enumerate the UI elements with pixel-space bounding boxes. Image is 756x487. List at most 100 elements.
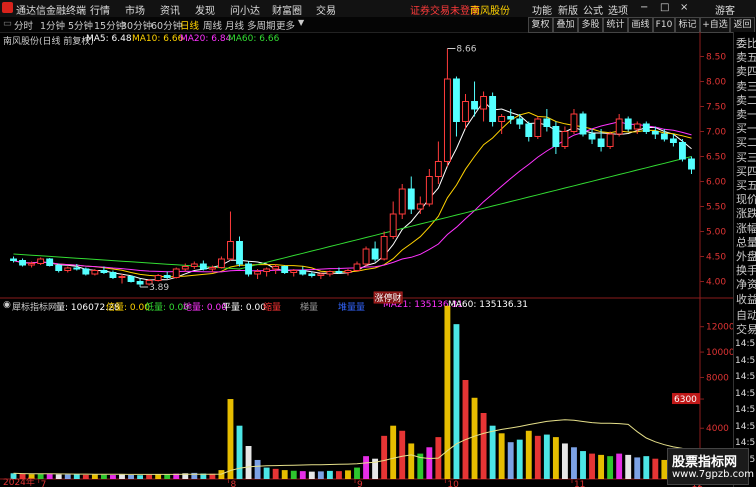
candle — [245, 261, 252, 277]
volume-bar — [55, 474, 62, 479]
menu-item-discover[interactable]: 发现 — [195, 2, 215, 17]
volume-bar — [480, 413, 487, 479]
draw-line-button[interactable]: 画线 — [628, 17, 653, 33]
tab-30min[interactable]: 30分钟 — [121, 18, 152, 32]
volume-bar — [652, 458, 659, 479]
candle — [217, 256, 225, 269]
mark-button[interactable]: 标记 — [675, 17, 700, 33]
candle-body — [353, 263, 361, 271]
tab-1min[interactable]: 1分钟 — [40, 18, 65, 32]
volume-marker-label: 6300 — [674, 395, 697, 405]
multi-stock-button[interactable]: 多股 — [578, 17, 603, 33]
volume-bar — [543, 434, 550, 479]
menu-item-exchange[interactable]: 市场 — [125, 2, 145, 17]
candle-body — [181, 266, 189, 270]
guest-label[interactable]: 游客 — [715, 2, 735, 17]
candle — [389, 201, 397, 239]
candle — [489, 92, 497, 127]
month-label: 9 — [357, 480, 363, 487]
menu-item-market[interactable]: 行情 — [90, 2, 110, 17]
tab-more[interactable]: 更多 — [276, 18, 295, 32]
tab-monthly[interactable]: 月线 — [225, 18, 244, 32]
menu-item-trade[interactable]: 交易 — [316, 2, 336, 17]
candle-body — [507, 116, 515, 120]
candle — [163, 271, 171, 279]
candle — [227, 211, 234, 261]
candle — [181, 263, 189, 272]
menu-item-options[interactable]: 选项 — [608, 2, 628, 17]
overlay-button[interactable]: 叠加 — [553, 17, 578, 33]
volume-bar — [281, 470, 288, 479]
menu-item-newversion[interactable]: 新版 — [558, 2, 578, 17]
volume-bar — [336, 471, 342, 479]
high-price-label: 8.66 — [456, 45, 476, 55]
candle-body — [335, 271, 343, 273]
candle — [272, 264, 280, 274]
back-button[interactable]: 返回 — [730, 17, 755, 33]
candle — [136, 278, 144, 287]
candle-body — [416, 203, 424, 210]
candle-body — [606, 133, 614, 147]
candle-body — [642, 123, 650, 132]
candle-body — [651, 131, 659, 135]
candle-body — [127, 276, 135, 282]
stats-button[interactable]: 统计 — [603, 17, 628, 33]
candle — [552, 121, 560, 154]
candle-body — [516, 118, 524, 125]
menu-item-formula[interactable]: 公式 — [583, 2, 603, 17]
candle-body — [28, 263, 36, 266]
f10-button[interactable]: F10 — [653, 17, 675, 33]
adjust-button[interactable]: 复权 — [528, 17, 553, 33]
candle — [190, 261, 198, 269]
candle — [525, 121, 533, 142]
volume-tick-label: 10000 — [706, 348, 733, 358]
volume-bar — [408, 443, 415, 479]
candle-body — [597, 138, 605, 147]
candle — [371, 241, 379, 262]
add-watchlist-button[interactable]: +自选 — [700, 17, 730, 33]
candle-body — [227, 241, 234, 260]
tab-timeshare[interactable]: 分时 — [14, 18, 33, 32]
tab-5min[interactable]: 5分钟 — [68, 18, 93, 32]
candle-body — [561, 131, 569, 147]
volume-bar — [552, 437, 559, 479]
menu-item-function[interactable]: 功能 — [532, 2, 552, 17]
volume-bar — [155, 474, 162, 479]
maximize-icon[interactable]: □ — [660, 2, 669, 13]
tab-60min[interactable]: 60分钟 — [151, 18, 182, 32]
volume-bar — [299, 471, 306, 479]
broker-name[interactable]: 南风股份 — [470, 2, 510, 17]
price-tick-label: 7.00 — [706, 128, 726, 138]
tab-weekly[interactable]: 周线 — [203, 18, 222, 32]
candle — [624, 116, 632, 132]
menu-item-wealth[interactable]: 财富圈 — [272, 2, 302, 17]
volume-bar — [607, 456, 614, 479]
more-arrow-icon[interactable]: ▼ — [298, 18, 304, 27]
volume-bar — [625, 454, 632, 479]
month-label: 8 — [230, 480, 236, 487]
volume-bar — [64, 474, 71, 479]
candle-body — [380, 236, 388, 260]
menu-item-news[interactable]: 资讯 — [160, 2, 180, 17]
menu-item-ask[interactable]: 问小达 — [230, 2, 260, 17]
month-label: 11 — [574, 480, 585, 487]
ma60-line — [13, 156, 692, 270]
candle-body — [118, 276, 126, 278]
candle-body — [579, 113, 587, 135]
candle-body — [308, 273, 316, 276]
volume-bar — [516, 439, 523, 479]
tab-multi-period[interactable]: 多周期 — [247, 18, 276, 32]
volume-bar — [110, 475, 116, 479]
close-icon[interactable]: × — [680, 2, 688, 13]
price-tick-label: 5.00 — [706, 228, 726, 238]
candle-body — [46, 258, 54, 266]
tab-daily[interactable]: 日线 — [180, 18, 199, 32]
candle — [443, 48, 451, 167]
volume-bar — [290, 470, 297, 479]
chart-area[interactable]: 8.50 8.00 7.50 7.00 6.50 6.00 5.50 5.00 4.50 4.00… — [0, 32, 733, 487]
candle — [37, 257, 45, 265]
layout-toggle-icon[interactable]: ▭ — [3, 18, 12, 29]
minimize-icon[interactable]: − — [640, 2, 648, 13]
price-tick-label: 5.50 — [706, 203, 726, 213]
candle-body — [434, 161, 442, 177]
